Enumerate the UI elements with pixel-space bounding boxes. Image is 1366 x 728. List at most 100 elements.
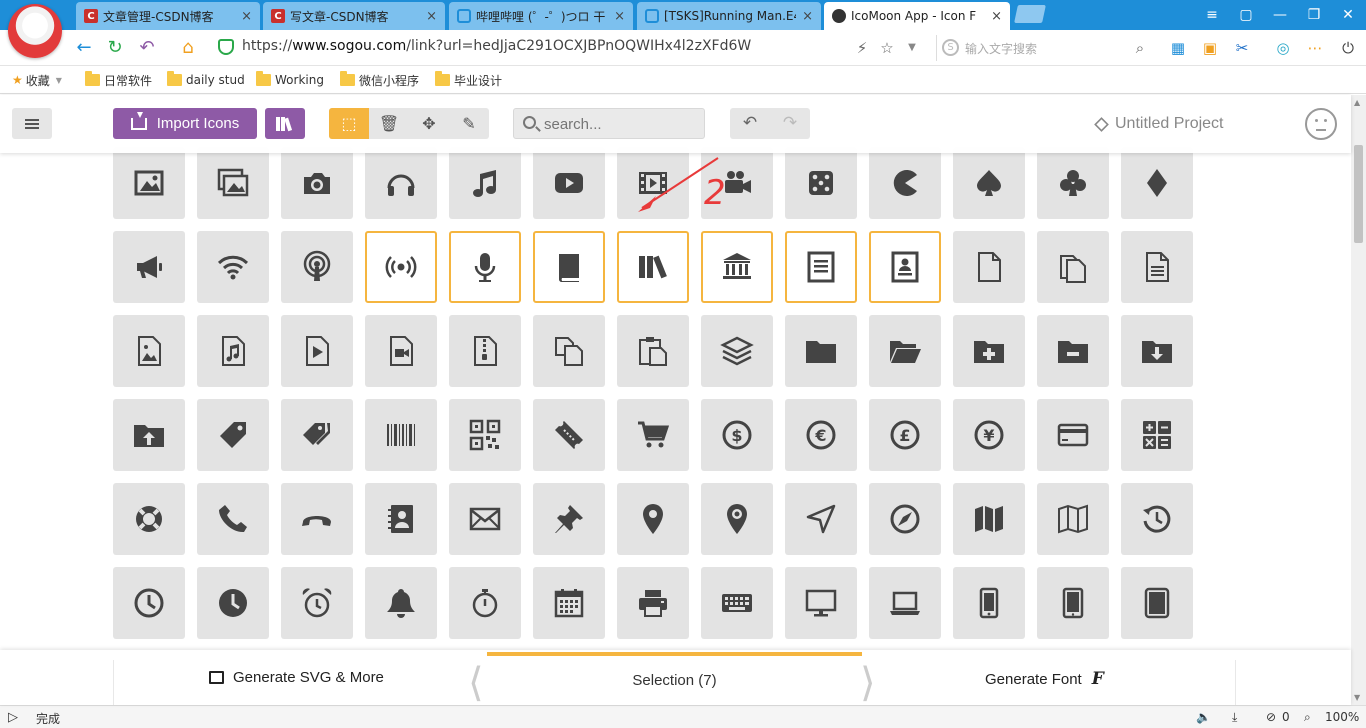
close-icon[interactable]: × [614,9,625,24]
icon-tile-calendar[interactable] [533,567,605,639]
browser-tab-csdn-manage[interactable]: C 文章管理-CSDN博客 × [76,2,260,30]
icon-tile-map2[interactable] [1037,483,1109,555]
icon-tile-spades[interactable] [953,147,1025,219]
close-icon[interactable]: × [241,9,252,24]
zoom-icon[interactable]: ⌕ [1304,710,1311,725]
icon-tile-podcast[interactable] [281,231,353,303]
minimize-icon[interactable]: — [1270,5,1290,25]
bookmark-folder-graduation-project[interactable]: 毕业设计 [435,71,502,89]
close-icon[interactable]: × [426,9,437,24]
icon-tile-bullhorn[interactable] [113,231,185,303]
icon-tile-file-play[interactable] [281,315,353,387]
icon-tile-headphones[interactable] [365,147,437,219]
bookmark-favorites[interactable]: ★ 收藏 ▼ [12,71,62,89]
undo-close-icon[interactable]: ↶ [135,36,159,60]
icon-tile-copy[interactable] [533,315,605,387]
redo-icon[interactable]: ↷ [770,108,810,139]
icon-tile-file-empty[interactable] [953,231,1025,303]
icon-tile-coin-yen[interactable]: ¥ [953,399,1025,471]
scrollbar-thumb[interactable] [1354,145,1363,243]
icon-tile-coin-dollar[interactable]: $ [701,399,773,471]
icon-tile-laptop[interactable] [869,567,941,639]
icon-tile-ticket[interactable] [533,399,605,471]
icon-tile-stopwatch[interactable] [449,567,521,639]
icon-tile-mobile2[interactable] [1037,567,1109,639]
icon-tile-music[interactable] [449,147,521,219]
icon-tile-mobile[interactable] [953,567,1025,639]
icon-tile-printer[interactable] [617,567,689,639]
scroll-down-icon[interactable]: ▼ [1354,693,1360,702]
icon-tile-image[interactable] [113,147,185,219]
star-icon[interactable]: ☆ [877,38,897,58]
zoom-level[interactable]: 100% [1325,710,1359,724]
icon-tile-location2[interactable] [701,483,773,555]
icon-tile-play[interactable] [533,147,605,219]
icon-tile-history[interactable] [1121,483,1193,555]
icon-tile-file-music[interactable] [197,315,269,387]
undo-icon[interactable]: ↶ [730,108,770,139]
back-icon[interactable]: ← [72,36,96,60]
chevron-down-icon[interactable]: ▼ [902,38,922,58]
download-icon[interactable]: ⤓ [1232,710,1237,725]
refresh-icon[interactable]: ↻ [103,36,127,60]
vertical-scrollbar[interactable]: ▲ ▼ [1351,95,1366,705]
adblock-icon[interactable]: ⊘ [1266,710,1276,724]
icon-tile-compass2[interactable] [869,483,941,555]
icon-tile-file-video[interactable] [365,315,437,387]
icon-tile-price-tag[interactable] [197,399,269,471]
screenshot-icon[interactable]: ▣ [1200,38,1220,58]
icon-tile-folder-open[interactable] [869,315,941,387]
browser-tab-running-man[interactable]: [TSKS]Running Man.E4 × [637,2,821,30]
bookmark-folder-daily-stud[interactable]: daily stud [167,71,245,89]
icon-tile-file-text[interactable] [785,231,857,303]
icon-tile-tablet[interactable] [1121,567,1193,639]
icon-tile-stack[interactable] [701,315,773,387]
close-window-icon[interactable]: ✕ [1338,5,1358,25]
icon-tile-cart[interactable] [617,399,689,471]
icon-tile-phone-hang-up[interactable] [281,483,353,555]
icon-tile-location[interactable] [617,483,689,555]
more-icon[interactable]: ⋯ [1305,38,1325,58]
icon-tile-diamonds[interactable] [1121,147,1193,219]
icon-tile-map[interactable] [953,483,1025,555]
import-icons-button[interactable]: Import Icons [113,108,257,139]
bookmark-folder-working[interactable]: Working [256,71,324,89]
select-mode-icon[interactable]: ⬚ [329,108,369,139]
restore-icon[interactable]: ❐ [1304,5,1324,25]
generate-font-button[interactable]: Generate Font F [985,669,1104,689]
icon-tile-clubs[interactable] [1037,147,1109,219]
bookmark-folder-wechat-miniprogram[interactable]: 微信小程序 [340,71,419,89]
icon-tile-dice[interactable] [785,147,857,219]
browser-search-box[interactable]: S 输入文字搜索 ⌕ [936,35,1154,61]
browser-tab-icomoon[interactable]: IcoMoon App - Icon F × [824,2,1010,30]
power-icon[interactable]: ⏻ [1338,38,1358,58]
scissors-icon[interactable]: ✂ [1232,38,1252,58]
lightning-icon[interactable]: ⚡ [852,38,872,58]
icon-tile-folder[interactable] [785,315,857,387]
icon-tile-folder-upload[interactable] [113,399,185,471]
icon-tile-barcode[interactable] [365,399,437,471]
icon-tile-envelop[interactable] [449,483,521,555]
icon-tile-feed[interactable] [365,231,437,303]
icon-tile-address-book[interactable] [365,483,437,555]
icon-tile-folder-download[interactable] [1121,315,1193,387]
scroll-up-icon[interactable]: ▲ [1354,98,1360,107]
close-icon[interactable]: × [991,9,1002,24]
icon-tile-alarm[interactable] [281,567,353,639]
icon-tile-bell[interactable] [365,567,437,639]
browser-tab-csdn-write[interactable]: C 写文章-CSDN博客 × [263,2,445,30]
translate-icon[interactable]: ◎ [1273,38,1293,58]
close-icon[interactable]: × [802,9,813,24]
icon-tile-connection[interactable] [197,231,269,303]
icon-tile-calculator[interactable] [1121,399,1193,471]
icon-tile-coin-euro[interactable]: € [785,399,857,471]
icon-tile-library[interactable] [701,231,773,303]
icon-tile-price-tags[interactable] [281,399,353,471]
url-field[interactable]: https://www.sogou.com/link?url=hedJjaC29… [242,38,751,54]
project-name[interactable]: Untitled Project [1094,115,1224,133]
icon-tile-video-camera[interactable] [701,147,773,219]
icon-tile-clock2[interactable] [197,567,269,639]
icon-tile-profile[interactable] [869,231,941,303]
icon-tile-folder-plus[interactable] [953,315,1025,387]
icon-tile-coin-pound[interactable]: £ [869,399,941,471]
